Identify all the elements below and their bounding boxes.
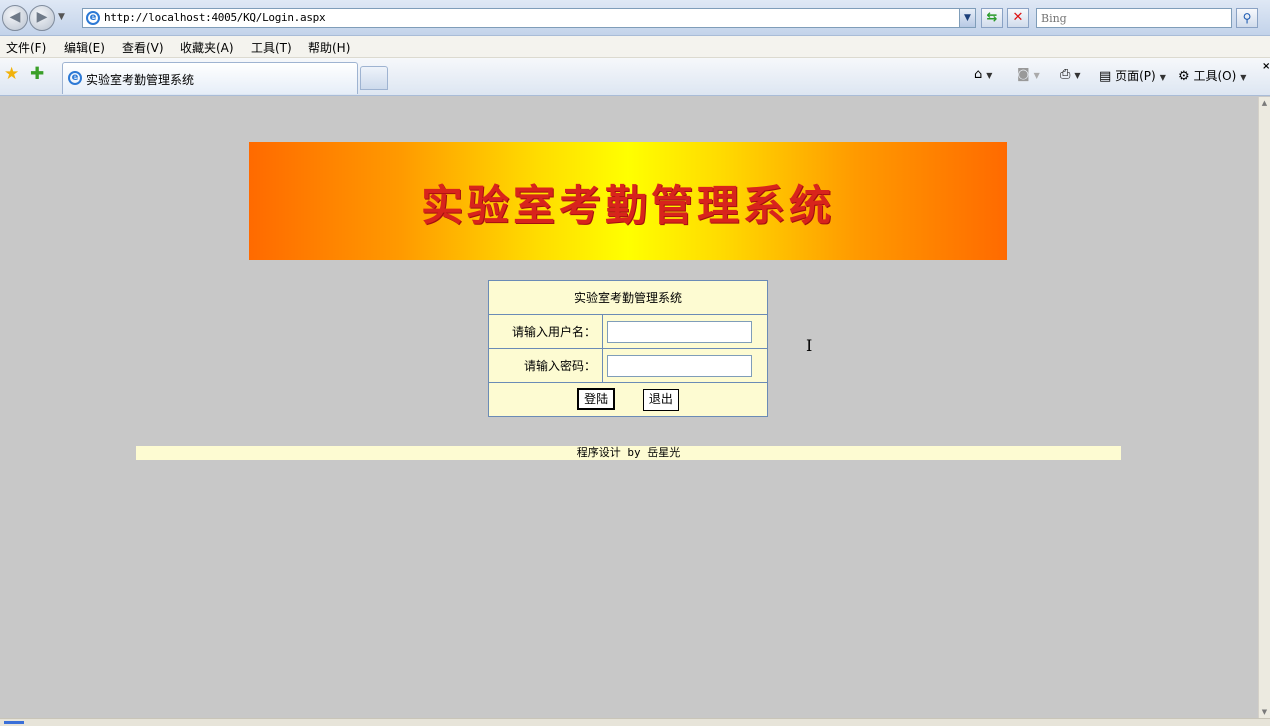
url-text[interactable]: http://localhost:4005/KQ/Login.aspx bbox=[104, 11, 326, 24]
login-title: 实验室考勤管理系统 bbox=[488, 280, 768, 315]
scroll-up-icon[interactable]: ▲ bbox=[1259, 97, 1270, 109]
banner-title: 实验室考勤管理系统 bbox=[420, 181, 835, 230]
gear-icon: ⚙ bbox=[1178, 69, 1190, 84]
back-icon: ◀ bbox=[9, 9, 21, 25]
tools-menu-label: 工具(O) bbox=[1193, 69, 1237, 83]
tab-bar: ★ ✚ e 实验室考勤管理系统 ⌂ ▼ ◙ ▼ ⎙ ▼ ▤ 页面(P) ▼ ⚙ 工具(O… bbox=[0, 58, 1270, 96]
banner: 实验室考勤管理系统 bbox=[249, 142, 1007, 260]
page-icon: ▤ bbox=[1099, 69, 1112, 84]
add-favorite-icon[interactable]: ✚ bbox=[30, 66, 44, 83]
page-menu-label: 页面(P) bbox=[1115, 69, 1156, 83]
ie-icon: e bbox=[68, 71, 82, 85]
status-bar bbox=[0, 718, 1270, 726]
menu-file[interactable]: 文件(F) bbox=[6, 39, 46, 56]
text-cursor-icon: I bbox=[806, 336, 813, 355]
menu-help[interactable]: 帮助(H) bbox=[308, 39, 350, 56]
password-input[interactable] bbox=[607, 354, 752, 377]
menu-bar: 文件(F) 编辑(E) 查看(V) 收藏夹(A) 工具(T) 帮助(H) bbox=[0, 36, 1270, 58]
stop-button[interactable]: ✕ bbox=[1007, 8, 1029, 28]
menu-tools[interactable]: 工具(T) bbox=[251, 39, 292, 56]
ie-icon: e bbox=[86, 11, 100, 25]
vertical-scrollbar[interactable]: ▲ ▼ bbox=[1258, 97, 1270, 718]
rss-icon: ◙ bbox=[1017, 67, 1030, 82]
search-input[interactable] bbox=[1037, 9, 1231, 27]
menu-edit[interactable]: 编辑(E) bbox=[64, 39, 105, 56]
status-progress bbox=[4, 721, 24, 724]
back-button[interactable]: ◀ bbox=[2, 5, 28, 31]
search-button[interactable]: ⚲ bbox=[1236, 8, 1258, 28]
tab-login[interactable]: e 实验室考勤管理系统 bbox=[62, 62, 358, 94]
favorites-star-icon[interactable]: ★ bbox=[4, 66, 19, 83]
login-form: 实验室考勤管理系统 请输入用户名： 请输入密码： 登陆 退出 bbox=[488, 280, 768, 417]
refresh-button[interactable]: ⇆ bbox=[981, 8, 1003, 28]
stop-icon: ✕ bbox=[1012, 10, 1024, 25]
username-input[interactable] bbox=[607, 320, 752, 343]
footer-credit: 程序设计 by 岳星光 bbox=[136, 446, 1121, 460]
new-tab-button[interactable] bbox=[360, 66, 388, 90]
address-bar: ◀ ▶ ▼ e http://localhost:4005/KQ/Login.a… bbox=[0, 0, 1270, 36]
forward-icon: ▶ bbox=[36, 9, 48, 25]
refresh-icon: ⇆ bbox=[986, 10, 998, 25]
print-button[interactable]: ⎙ ▼ bbox=[1060, 67, 1081, 82]
scroll-down-icon[interactable]: ▼ bbox=[1259, 706, 1270, 718]
username-label: 请输入用户名： bbox=[488, 314, 603, 349]
print-icon: ⎙ bbox=[1060, 67, 1071, 82]
menu-favorites[interactable]: 收藏夹(A) bbox=[180, 39, 234, 56]
home-icon: ⌂ bbox=[974, 67, 983, 82]
rss-button[interactable]: ◙ ▼ bbox=[1017, 67, 1040, 82]
exit-button[interactable]: 退出 bbox=[642, 389, 679, 411]
history-dropdown-icon[interactable]: ▼ bbox=[58, 12, 65, 22]
page-menu[interactable]: ▤ 页面(P) ▼ bbox=[1099, 67, 1166, 84]
tab-title: 实验室考勤管理系统 bbox=[86, 73, 195, 87]
menu-view[interactable]: 查看(V) bbox=[122, 39, 164, 56]
login-button[interactable]: 登陆 bbox=[577, 388, 616, 410]
close-icon[interactable]: × bbox=[1262, 61, 1270, 72]
forward-button[interactable]: ▶ bbox=[29, 5, 55, 31]
url-field[interactable]: e http://localhost:4005/KQ/Login.aspx ▼ bbox=[82, 8, 976, 28]
search-field[interactable] bbox=[1036, 8, 1232, 28]
tools-menu[interactable]: ⚙ 工具(O) ▼ bbox=[1178, 67, 1246, 84]
home-button[interactable]: ⌂ ▼ bbox=[974, 67, 992, 82]
search-icon: ⚲ bbox=[1242, 11, 1252, 25]
url-dropdown-icon[interactable]: ▼ bbox=[959, 9, 975, 27]
password-label: 请输入密码： bbox=[488, 348, 603, 383]
